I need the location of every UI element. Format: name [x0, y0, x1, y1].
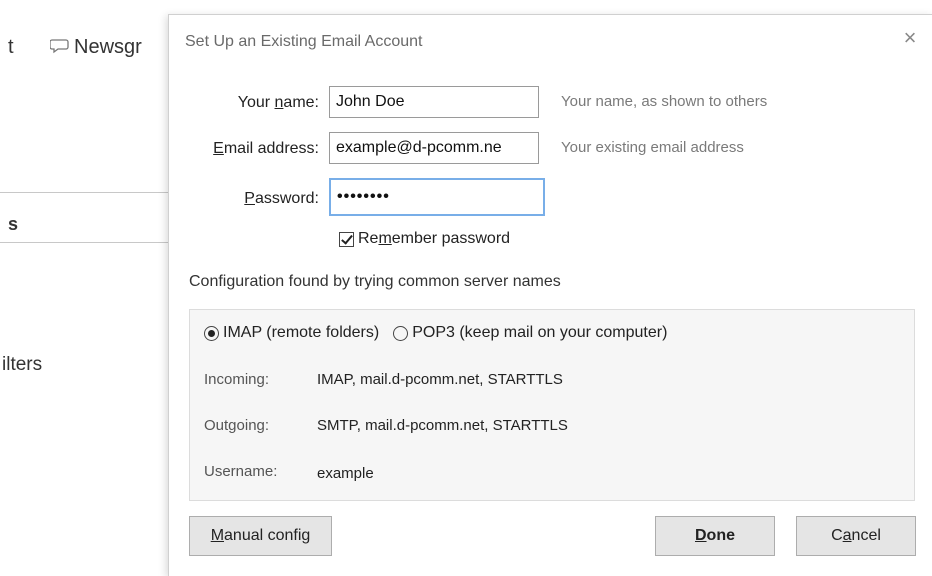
- newsgroups-link[interactable]: Newsgr: [74, 36, 142, 59]
- done-button[interactable]: Done: [655, 516, 775, 556]
- imap-radio[interactable]: [204, 325, 219, 341]
- outgoing-value: SMTP, mail.d-pcomm.net, STARTTLS: [317, 417, 568, 434]
- remember-password-label: Remember password: [358, 230, 511, 247]
- email-input[interactable]: example@d-pcomm.ne: [329, 132, 539, 164]
- configuration-status: Configuration found by trying common ser…: [189, 273, 561, 290]
- divider: [0, 242, 168, 243]
- background-menu-fragment: t: [8, 36, 14, 58]
- outgoing-label: Outgoing:: [204, 417, 270, 434]
- email-label: Email address:: [213, 140, 319, 157]
- section-heading-fragment: s: [8, 214, 19, 234]
- divider: [0, 192, 168, 193]
- password-input[interactable]: ••••••••: [329, 178, 545, 216]
- close-icon[interactable]: ×: [899, 27, 921, 49]
- email-hint: Your existing email address: [561, 139, 744, 156]
- incoming-label: Incoming:: [204, 371, 270, 388]
- name-label: Your name:: [237, 94, 319, 111]
- remember-password-checkbox[interactable]: Remember password: [339, 230, 510, 248]
- filters-link[interactable]: ilters: [2, 354, 42, 376]
- username-label: Username:: [204, 463, 278, 480]
- checkbox-checked-icon[interactable]: [339, 231, 354, 247]
- chat-bubble-icon: [50, 39, 69, 54]
- cancel-button[interactable]: Ca ncel: [796, 516, 916, 556]
- imap-label[interactable]: IMAP (remote folders): [223, 324, 379, 342]
- account-setup-dialog: Set Up an Existing Email Account × Your …: [168, 14, 932, 576]
- server-settings-panel: IMAP (remote folders) POP3 (keep mail on…: [189, 309, 915, 501]
- manual-config-button[interactable]: Manual config: [189, 516, 332, 556]
- password-label: Password:: [244, 190, 319, 207]
- dialog-title: Set Up an Existing Email Account: [185, 33, 423, 50]
- username-value: example: [317, 465, 374, 482]
- protocol-options: IMAP (remote folders) POP3 (keep mail on…: [204, 324, 667, 342]
- pop3-radio[interactable]: [393, 325, 409, 341]
- name-input[interactable]: John Doe: [329, 86, 539, 118]
- name-hint: Your name, as shown to others: [561, 93, 768, 110]
- pop3-label[interactable]: POP3 (keep mail on your computer): [412, 324, 667, 342]
- incoming-value: IMAP, mail.d-pcomm.net, STARTTLS: [317, 371, 563, 388]
